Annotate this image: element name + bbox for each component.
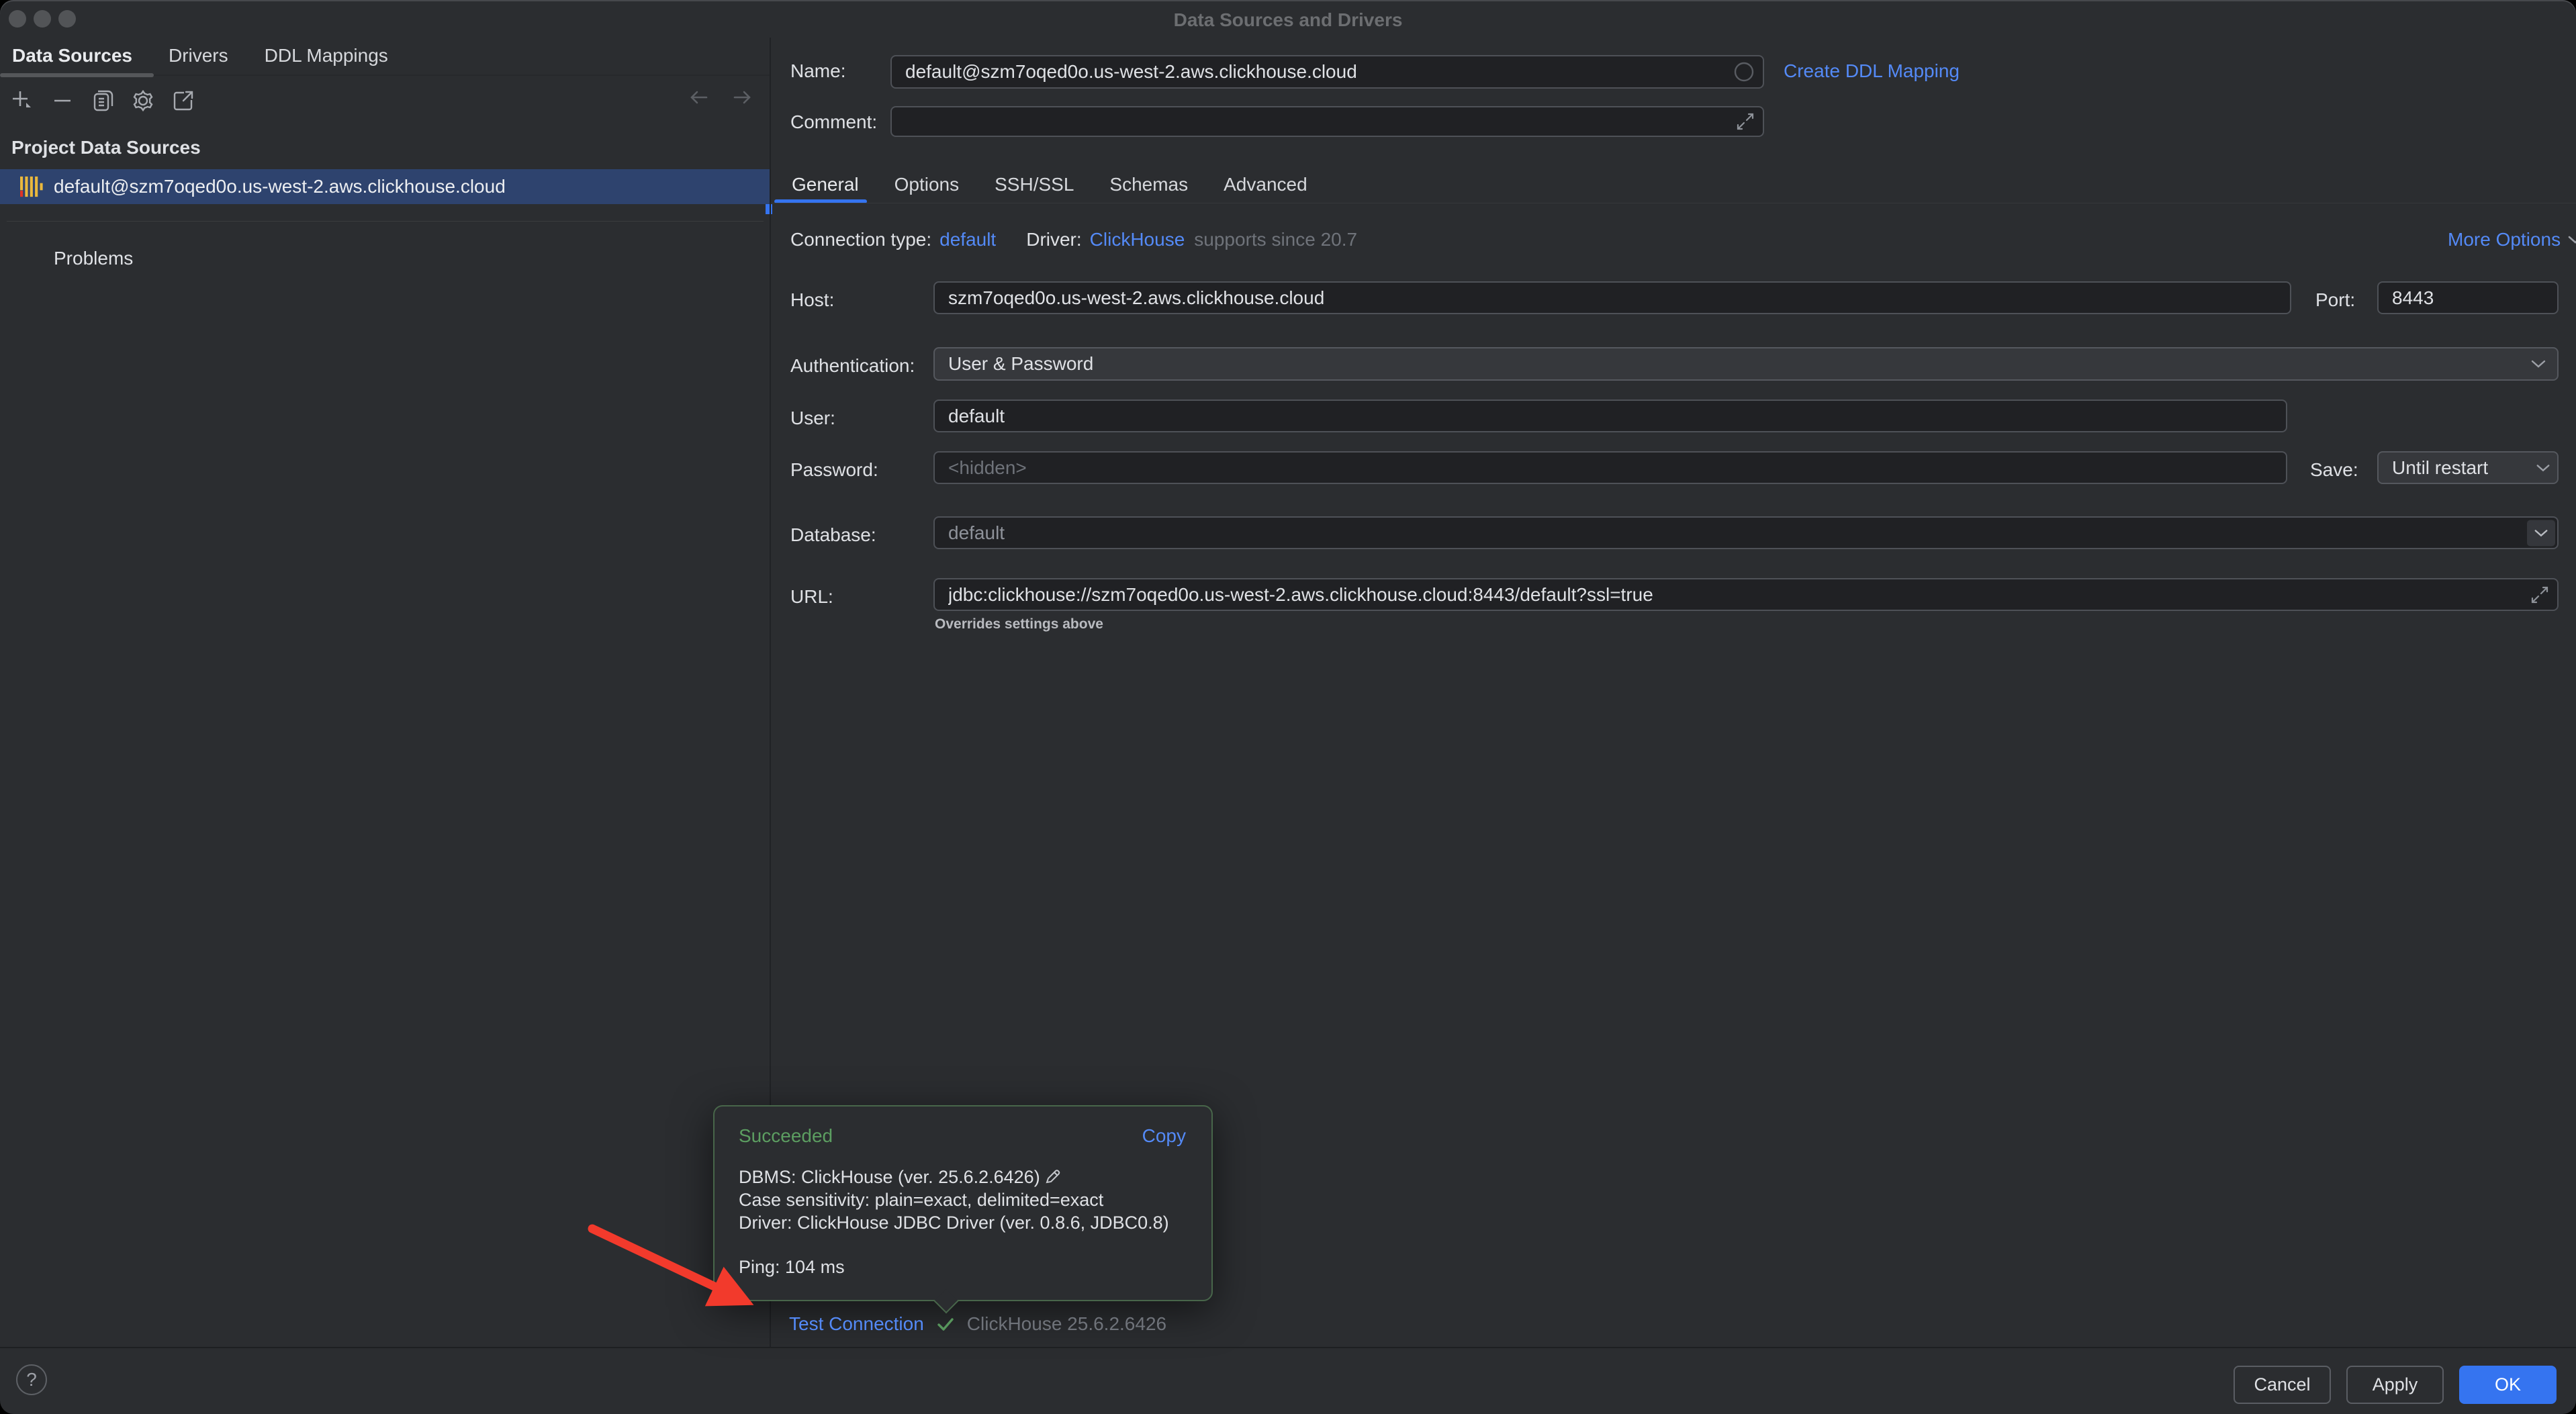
chevron-down-icon [2530,359,2546,369]
driver-label: Driver: [1026,229,1081,250]
problems-node[interactable]: Problems [54,248,133,269]
connection-type-value[interactable]: default [939,229,996,250]
tab-drivers[interactable]: Drivers [169,38,228,76]
ok-button[interactable]: OK [2459,1366,2557,1404]
remove-icon[interactable] [47,85,78,116]
tab-schemas[interactable]: Schemas [1109,169,1188,200]
expand-field-icon[interactable] [2529,584,2550,606]
url-note: Overrides settings above [935,616,1103,632]
connection-type-label: Connection type: [790,229,931,250]
tree-divider [7,221,764,222]
user-label: User: [790,408,835,429]
chevron-down-icon [2536,463,2550,473]
password-label: Password: [790,459,878,481]
url-input[interactable] [933,578,2559,611]
data-source-row[interactable]: default@szm7oqed0o.us-west-2.aws.clickho… [0,169,770,204]
user-input[interactable] [933,399,2287,432]
success-check-icon [935,1313,956,1335]
duplicate-icon[interactable] [87,85,118,116]
expand-field-icon[interactable] [1735,111,1756,132]
connection-tab-strip: General Options SSH/SSL Schemas Advanced [774,169,1325,200]
authentication-label: Authentication: [790,355,915,377]
help-button[interactable]: ? [16,1364,47,1395]
test-connection-popup: Succeeded Copy DBMS: ClickHouse (ver. 25… [713,1105,1213,1301]
save-select[interactable]: Until restart [2377,451,2559,484]
regenerate-name-icon[interactable] [1733,61,1755,83]
port-input[interactable] [2377,281,2559,314]
chevron-down-icon [2534,528,2548,538]
copy-link[interactable]: Copy [1142,1125,1186,1147]
cancel-button[interactable]: Cancel [2234,1366,2331,1404]
back-icon[interactable] [686,85,712,110]
save-label: Save: [2310,459,2358,481]
tab-ddl-mappings[interactable]: DDL Mappings [265,38,388,76]
port-label: Port: [2315,289,2355,311]
data-source-toolbar [7,79,199,122]
database-value: default [948,522,1005,544]
forward-icon[interactable] [729,85,755,110]
data-sources-dialog: Data Sources and Drivers Data Sources Dr… [0,0,2576,1414]
comment-input[interactable] [890,106,1764,137]
data-source-name: default@szm7oqed0o.us-west-2.aws.clickho… [54,176,506,197]
export-icon[interactable] [168,85,199,116]
window-title: Data Sources and Drivers [0,0,2576,38]
authentication-value: User & Password [948,353,1093,375]
tab-general[interactable]: General [792,169,859,200]
url-label: URL: [790,586,833,608]
clickhouse-icon [20,176,43,197]
popup-notch [934,1289,959,1314]
status-succeeded: Succeeded [739,1125,833,1147]
case-sensitivity-line: Case sensitivity: plain=exact, delimited… [739,1188,1186,1211]
database-combobox[interactable]: default [933,516,2559,549]
tab-options[interactable]: Options [894,169,960,200]
authentication-select[interactable]: User & Password [933,347,2559,381]
settings-icon[interactable] [128,85,158,116]
driver-value-link[interactable]: ClickHouse [1090,229,1185,250]
project-data-sources-header: Project Data Sources [11,137,201,158]
name-label: Name: [790,60,845,82]
footer-divider [0,1347,2576,1348]
database-dropdown-button[interactable] [2527,520,2555,546]
chevron-down-icon [2567,234,2576,245]
tab-ssh-ssl[interactable]: SSH/SSL [995,169,1074,200]
ping-line: Ping: 104 ms [739,1257,1186,1278]
host-input[interactable] [933,281,2291,314]
apply-button[interactable]: Apply [2346,1366,2444,1404]
host-label: Host: [790,289,834,311]
save-value: Until restart [2392,457,2488,479]
left-tab-strip: Data Sources Drivers DDL Mappings [0,38,770,76]
tab-advanced[interactable]: Advanced [1224,169,1307,200]
driver-note: supports since 20.7 [1194,229,1357,250]
title-bar: Data Sources and Drivers [0,0,2576,38]
tab-data-sources[interactable]: Data Sources [12,38,132,76]
create-ddl-mapping-link[interactable]: Create DDL Mapping [1784,60,1960,82]
test-connection-link[interactable]: Test Connection [789,1313,924,1335]
splitter-handle[interactable] [766,204,772,214]
driver-line: Driver: ClickHouse JDBC Driver (ver. 0.8… [739,1211,1186,1234]
password-input[interactable] [933,451,2287,484]
annotation-arrow [575,1213,783,1327]
name-input[interactable] [890,55,1764,89]
comment-label: Comment: [790,111,877,133]
dbms-line: DBMS: ClickHouse (ver. 25.6.2.6426) [739,1167,1040,1187]
add-icon[interactable] [7,85,38,116]
database-label: Database: [790,524,876,546]
edit-pencil-icon[interactable] [1044,1168,1062,1185]
test-result-text: ClickHouse 25.6.2.6426 [967,1313,1166,1335]
more-options-link[interactable]: More Options [2448,229,2576,250]
